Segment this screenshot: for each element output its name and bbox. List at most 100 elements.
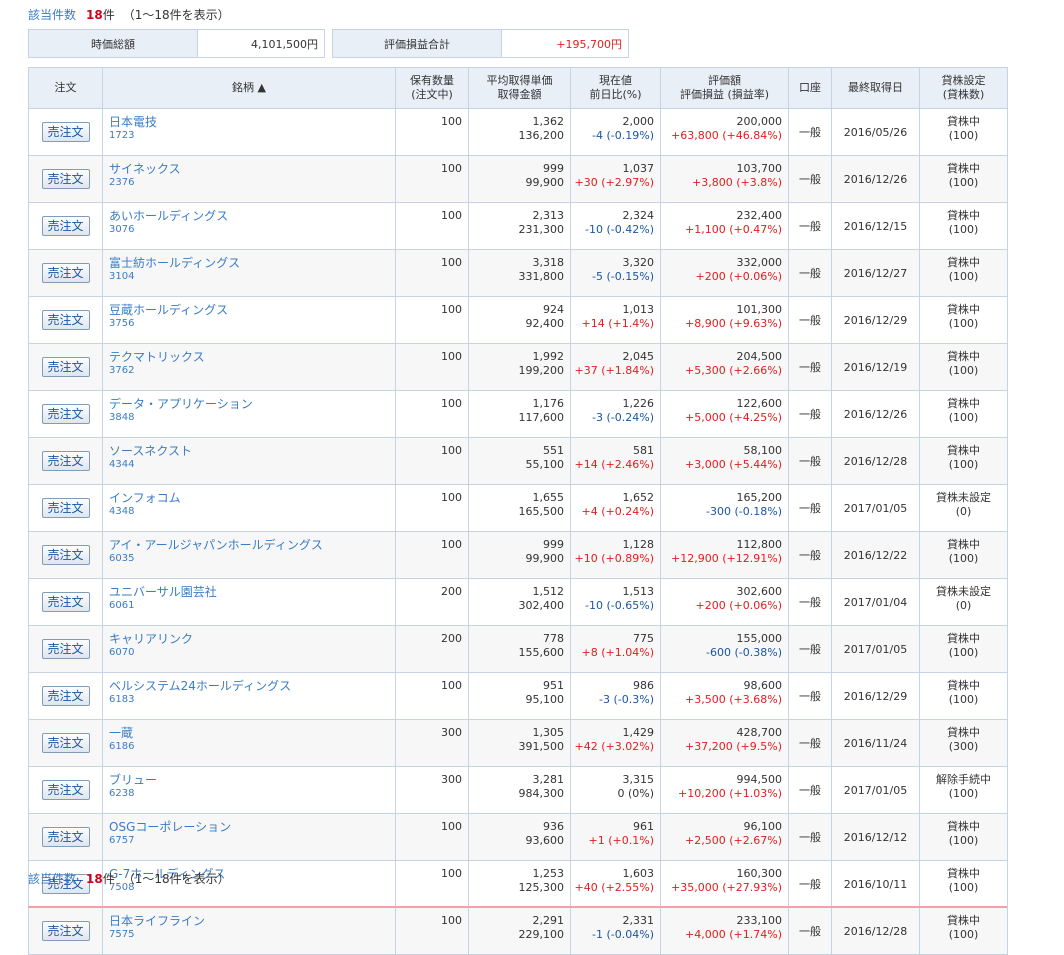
stock-code-link[interactable]: 7575 [109, 928, 395, 942]
cost-amount: 99,900 [525, 176, 565, 189]
stock-code-link[interactable]: 3076 [109, 223, 395, 237]
stock-code-link[interactable]: 3104 [109, 270, 395, 284]
sell-order-button[interactable]: 売注文 [41, 827, 90, 847]
account-type: 一般 [788, 390, 832, 438]
sell-order-button[interactable]: 売注文 [41, 780, 90, 800]
sell-order-button[interactable]: 売注文 [41, 357, 90, 377]
avg-cost-cell: 551 55,100 [468, 437, 571, 485]
profit-loss: +5,300 (+2.66%) [685, 364, 782, 377]
stock-code-link[interactable]: 1723 [109, 129, 395, 143]
sell-order-button[interactable]: 売注文 [41, 921, 90, 941]
profit-loss: +3,000 (+5.44%) [685, 458, 782, 471]
table-header-row: 注文 銘柄 ▲ 保有数量 (注文中) 平均取得単価 取得金額 現在値 前日比(%) 評… [28, 67, 1008, 109]
stock-code-link[interactable]: 4344 [109, 458, 395, 472]
stock-code-link[interactable]: 4348 [109, 505, 395, 519]
stock-name-link[interactable]: ブリュー [109, 773, 395, 787]
lending-cell: 貸株中 (100) [919, 296, 1008, 344]
current-price: 1,013 [622, 303, 655, 316]
stock-name-link[interactable]: サイネックス [109, 162, 395, 176]
stock-code-link[interactable]: 3762 [109, 364, 395, 378]
stock-name-link[interactable]: テクマトリックス [109, 350, 395, 364]
stock-code-link[interactable]: 6757 [109, 834, 395, 848]
sell-order-button[interactable]: 売注文 [41, 498, 90, 518]
sell-order-button[interactable]: 売注文 [41, 545, 90, 565]
stock-code-link[interactable]: 2376 [109, 176, 395, 190]
cost-amount: 984,300 [518, 787, 565, 800]
stock-code-link[interactable]: 6061 [109, 599, 395, 613]
lending-status: 貸株中 [947, 162, 980, 175]
table-row: 売注文 ソースネクスト 4344 100 551 55,100 581 +14 (+2.46%… [28, 437, 1008, 485]
order-cell: 売注文 [28, 155, 103, 203]
stock-name-link[interactable]: インフォコム [109, 491, 395, 505]
sell-order-button[interactable]: 売注文 [41, 122, 90, 142]
sell-order-button[interactable]: 売注文 [41, 592, 90, 612]
stock-name-link[interactable]: 日本電技 [109, 115, 395, 129]
stock-name-link[interactable]: データ・アプリケーション [109, 397, 395, 411]
lending-status: 貸株未設定 [936, 585, 991, 598]
day-change: +42 (+3.02%) [574, 740, 654, 753]
cost-amount: 302,400 [518, 599, 565, 612]
stock-name-link[interactable]: 富士紡ホールディングス [109, 256, 395, 270]
lending-status: 貸株中 [947, 820, 980, 833]
lending-status: 貸株中 [947, 209, 980, 222]
price-cell: 2,045 +37 (+1.84%) [570, 343, 661, 391]
value-cell: 165,200 -300 (-0.18%) [660, 484, 789, 532]
sell-order-button[interactable]: 売注文 [41, 686, 90, 706]
stock-name-link[interactable]: 日本ライフライン [109, 914, 395, 928]
lending-status: 貸株中 [947, 679, 980, 692]
table-row: 売注文 ベルシステム24ホールディングス 6183 100 951 95,100 986 -3… [28, 672, 1008, 720]
sell-order-button[interactable]: 売注文 [41, 404, 90, 424]
sell-order-button[interactable]: 売注文 [41, 263, 90, 283]
stock-name-link[interactable]: アイ・アールジャパンホールディングス [109, 538, 395, 552]
current-price: 986 [633, 679, 654, 692]
avg-price: 1,176 [532, 397, 565, 410]
lending-status: 貸株中 [947, 914, 980, 927]
stock-name-link[interactable]: 一蔵 [109, 726, 395, 740]
table-row: 売注文 データ・アプリケーション 3848 100 1,176 117,600 1,226-… [28, 390, 1008, 438]
stock-name-link[interactable]: ソースネクスト [109, 444, 395, 458]
sell-order-button[interactable]: 売注文 [41, 216, 90, 236]
account-type: 一般 [788, 578, 832, 626]
stock-code-link[interactable]: 6183 [109, 693, 395, 707]
price-cell: 2,000 -4 (-0.19%) [570, 108, 661, 156]
quantity: 200 [395, 625, 469, 673]
sell-order-button[interactable]: 売注文 [41, 451, 90, 471]
quantity: 100 [395, 108, 469, 156]
lending-status: 貸株中 [947, 350, 980, 363]
sell-order-button[interactable]: 売注文 [41, 639, 90, 659]
stock-name-link[interactable]: OSGコーポレーション [109, 820, 395, 834]
stock-code-link[interactable]: 6238 [109, 787, 395, 801]
sell-order-button[interactable]: 売注文 [41, 169, 90, 189]
stock-name-link[interactable]: ベルシステム24ホールディングス [109, 679, 395, 693]
value-cell: 332,000 +200 (+0.06%) [660, 249, 789, 297]
lending-cell: 貸株中 (100) [919, 907, 1008, 955]
current-price: 2,045 [622, 350, 655, 363]
market-value: 122,600 [736, 397, 783, 410]
lending-cell: 貸株中 (100) [919, 202, 1008, 250]
stock-name-link[interactable]: あいホールディングス [109, 209, 395, 223]
stock-code-link[interactable]: 6035 [109, 552, 395, 566]
stock-cell: あいホールディングス 3076 [102, 202, 396, 250]
price-cell: 961 +1 (+0.1%) [570, 813, 661, 861]
order-cell: 売注文 [28, 484, 103, 532]
sell-order-button[interactable]: 売注文 [41, 733, 90, 753]
stock-cell: インフォコム 4348 [102, 484, 396, 532]
stock-name-link[interactable]: キャリアリンク [109, 632, 395, 646]
col-name-sort[interactable]: 銘柄 ▲ [102, 67, 396, 109]
stock-code-link[interactable]: 3848 [109, 411, 395, 425]
lending-cell: 貸株中 (100) [919, 249, 1008, 297]
avg-price: 924 [543, 303, 564, 316]
stock-name-link[interactable]: ユニバーサル園芸社 [109, 585, 395, 599]
lending-qty: (100) [948, 317, 979, 330]
col-order: 注文 [28, 67, 103, 109]
stock-name-link[interactable]: 豆蔵ホールディングス [109, 303, 395, 317]
stock-code-link[interactable]: 3756 [109, 317, 395, 331]
lending-cell: 解除手続中 (100) [919, 766, 1008, 814]
table-row: 売注文 日本ライフライン 7575 100 2,291 229,100 2,331 -1 (-… [28, 907, 1008, 955]
current-price: 1,603 [622, 867, 655, 880]
avg-cost-cell: 936 93,600 [468, 813, 571, 861]
stock-code-link[interactable]: 6070 [109, 646, 395, 660]
stock-code-link[interactable]: 6186 [109, 740, 395, 754]
sell-order-button[interactable]: 売注文 [41, 310, 90, 330]
avg-cost-cell: 1,362 136,200 [468, 108, 571, 156]
